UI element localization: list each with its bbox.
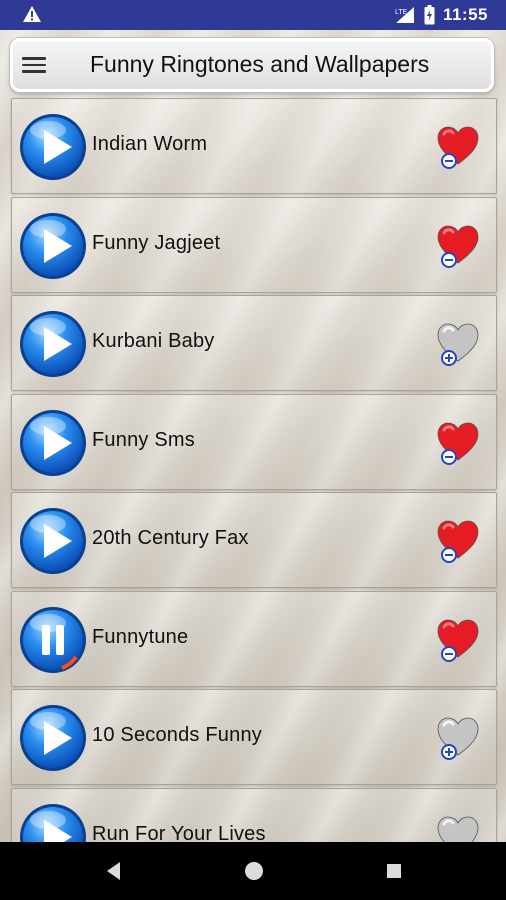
item-title: 10 Seconds Funny [92,724,262,746]
heart-favorited-icon[interactable] [436,223,480,269]
list-item[interactable]: Run For Your Lives [11,787,497,843]
list-item[interactable]: Funnytune [11,590,497,687]
home-icon[interactable] [243,860,265,882]
play-icon[interactable] [18,112,88,182]
heart-favorited-icon[interactable] [436,518,480,564]
list-item[interactable]: Funny Sms [11,393,497,490]
item-title: Run For Your Lives [92,822,266,843]
heart-add-icon[interactable] [436,321,480,367]
play-icon[interactable] [18,408,88,478]
play-icon[interactable] [18,309,88,379]
item-title: Kurbani Baby [92,330,215,352]
heart-favorited-icon[interactable] [436,420,480,466]
play-icon[interactable] [18,703,88,773]
battery-icon [424,5,435,25]
hamburger-menu-icon[interactable] [22,54,46,76]
pause-icon[interactable] [18,605,88,675]
item-title: Funnytune [92,625,189,648]
heart-add-icon[interactable] [436,715,480,761]
list-item[interactable]: Funny Jagjeet [11,196,497,293]
list-item[interactable]: 20th Century Fax [11,492,497,588]
item-title: Funny Sms [92,428,195,451]
signal-icon: LTE [395,7,414,23]
status-bar: LTE 11:55 [0,0,506,30]
heart-favorited-icon[interactable] [436,124,480,170]
app-title: Funny Ringtones and Wallpapers [90,51,430,77]
svg-text:LTE: LTE [395,9,408,16]
app-bar: Funny Ringtones and Wallpapers [10,38,494,92]
play-icon[interactable] [18,506,88,576]
recents-icon[interactable] [384,860,404,882]
heart-favorited-icon[interactable] [436,617,480,663]
item-title: Indian Worm [92,133,208,155]
status-time: 11:55 [442,5,488,24]
play-icon[interactable] [18,211,88,281]
ringtone-list[interactable]: Indian Worm Funny Jagjeet Kurbani Baby Funn… [0,98,506,842]
list-item[interactable]: 10 Seconds Funny [11,689,497,785]
navigation-bar [0,842,506,900]
back-icon[interactable] [104,860,124,882]
item-title: Funny Jagjeet [92,231,221,254]
play-icon[interactable] [18,802,88,842]
warning-icon [23,6,41,22]
list-item[interactable]: Indian Worm [11,98,497,194]
list-item[interactable]: Kurbani Baby [11,295,497,391]
heart-add-icon[interactable] [436,814,480,842]
item-title: 20th Century Fax [92,527,249,549]
